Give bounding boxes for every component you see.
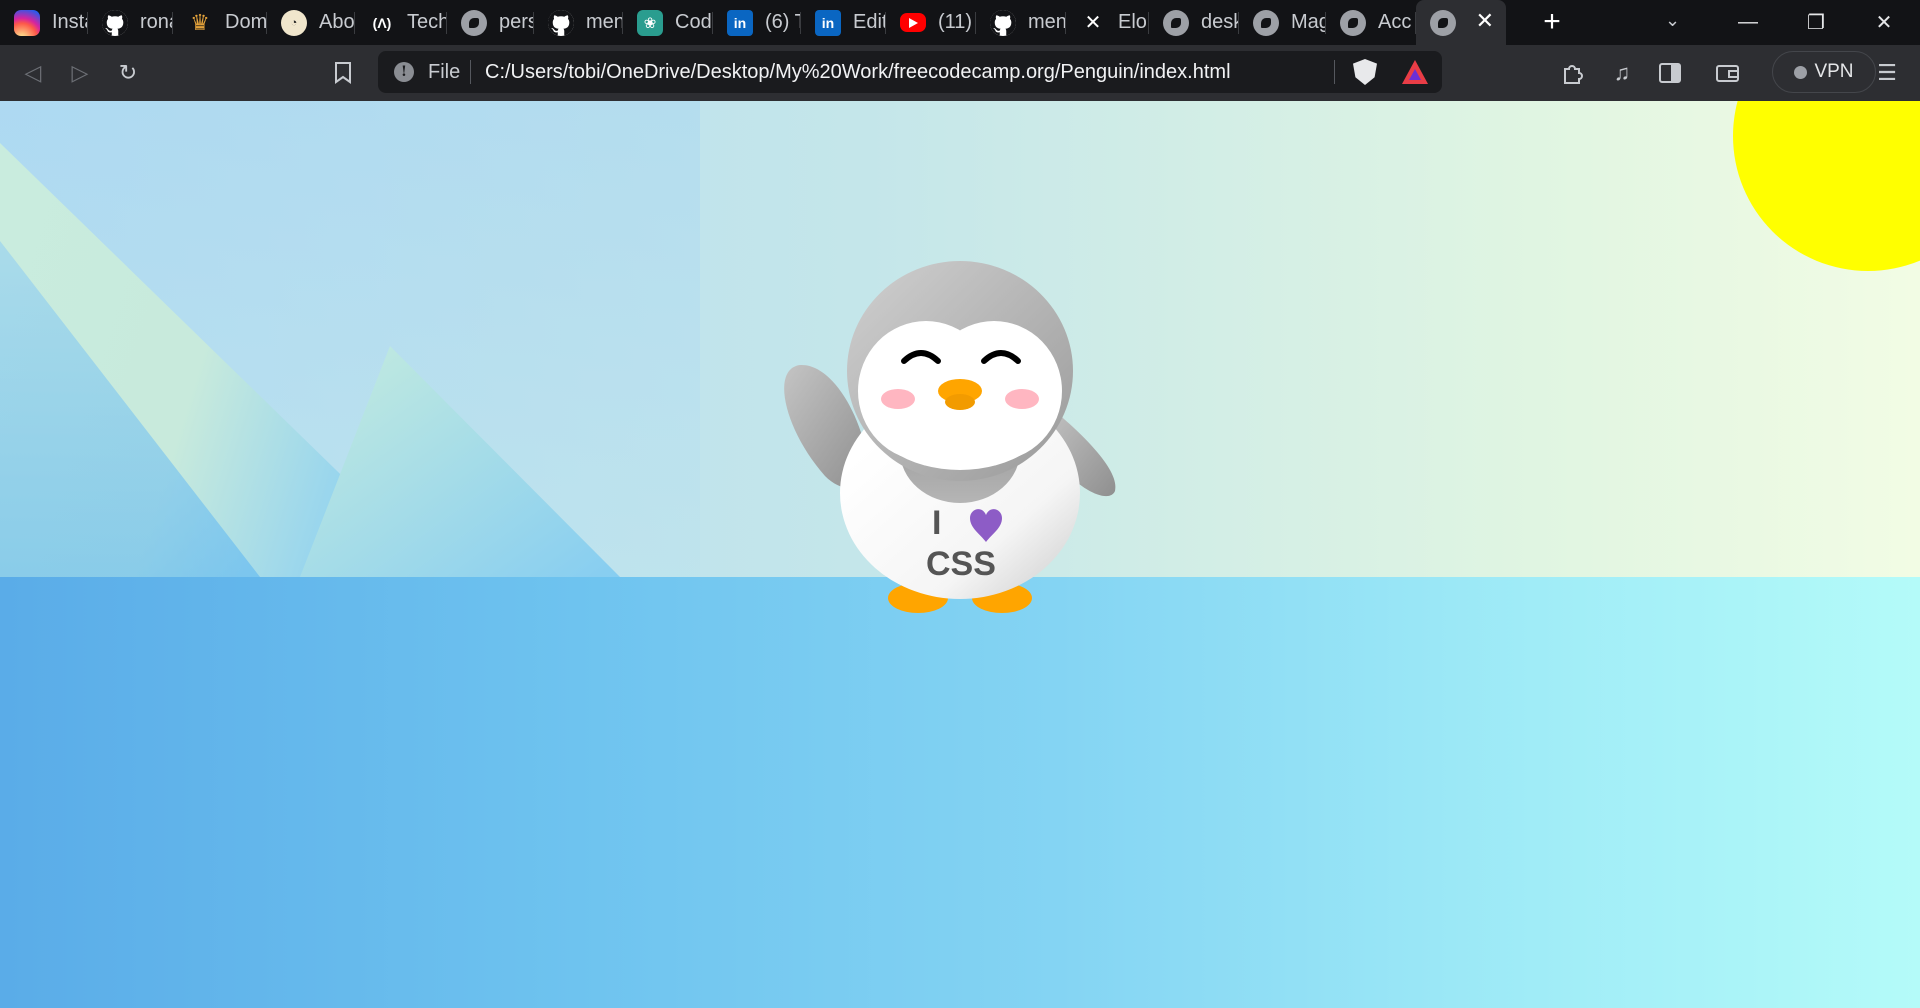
tab-label: Tech bbox=[407, 11, 447, 33]
new-tab-button[interactable]: + bbox=[1535, 6, 1569, 40]
vpn-status-icon bbox=[1794, 65, 1808, 79]
address-bar[interactable]: ! File C:/Users/tobi/OneDrive/Desktop/My… bbox=[378, 51, 1442, 93]
tab-label: Dom bbox=[225, 11, 267, 33]
tab-label: Edit bbox=[853, 11, 886, 33]
right-cheek bbox=[1005, 389, 1039, 409]
tab[interactable]: ✕ Elon bbox=[1066, 0, 1149, 45]
minimize-icon[interactable]: — bbox=[1720, 0, 1776, 45]
tab[interactable]: Acc bbox=[1326, 0, 1416, 45]
page-viewport: I CSS bbox=[0, 101, 1920, 1008]
crown-icon: ♛ bbox=[190, 9, 210, 35]
wallet-icon[interactable] bbox=[1712, 57, 1744, 89]
globe-icon bbox=[1253, 9, 1279, 36]
tab[interactable]: ✕ bbox=[1416, 0, 1506, 45]
tab[interactable]: men bbox=[976, 0, 1066, 45]
tab-label: Elon bbox=[1118, 11, 1149, 33]
x-icon: ✕ bbox=[1084, 12, 1102, 34]
tab-label: (6) T bbox=[765, 11, 801, 33]
globe-icon bbox=[461, 9, 487, 36]
restore-icon[interactable]: ❐ bbox=[1788, 0, 1844, 45]
github-icon bbox=[548, 9, 574, 36]
tab-label: (11) bbox=[938, 11, 973, 33]
tab[interactable]: ❀ Cod bbox=[623, 0, 713, 45]
tab-label: desk bbox=[1201, 11, 1239, 33]
tab-label: Abo bbox=[319, 11, 355, 33]
tab[interactable]: Mag bbox=[1239, 0, 1326, 45]
left-cheek bbox=[881, 389, 915, 409]
beak-bottom bbox=[945, 394, 975, 410]
penguin: I CSS bbox=[784, 261, 1116, 613]
tab[interactable]: ♛ Dom bbox=[173, 0, 267, 45]
forward-icon[interactable]: ▷ bbox=[64, 57, 96, 89]
brave-shields-icon[interactable] bbox=[1353, 59, 1377, 85]
reload-icon[interactable]: ↻ bbox=[112, 57, 144, 89]
sidebar-icon[interactable] bbox=[1654, 57, 1686, 89]
tab[interactable]: pers bbox=[447, 0, 534, 45]
about-icon: ◔ bbox=[281, 9, 307, 36]
url-scheme: File bbox=[428, 61, 461, 83]
tab-close-icon[interactable]: ✕ bbox=[1476, 8, 1494, 34]
tab-label: Mag bbox=[1291, 11, 1326, 33]
divider bbox=[470, 60, 471, 84]
toolbar: ◁ ▷ ↻ ! File C:/Users/tobi/OneDrive/Desk… bbox=[0, 45, 1920, 101]
brave-rewards-icon[interactable] bbox=[1402, 60, 1428, 84]
tab[interactable]: rona bbox=[88, 0, 173, 45]
github-icon bbox=[102, 9, 128, 36]
instagram-icon bbox=[14, 9, 40, 36]
url-text[interactable]: C:/Users/tobi/OneDrive/Desktop/My%20Work… bbox=[485, 61, 1231, 84]
tab-label: Cod bbox=[675, 11, 712, 33]
extensions-icon[interactable] bbox=[1557, 57, 1589, 89]
menu-icon[interactable]: ☰ bbox=[1871, 57, 1903, 89]
shirt-line2: CSS bbox=[926, 545, 996, 583]
tab[interactable]: (11) bbox=[886, 0, 976, 45]
openai-icon: ❀ bbox=[637, 9, 663, 36]
bookmark-icon[interactable] bbox=[327, 57, 359, 89]
tab-label: Acc bbox=[1378, 11, 1412, 33]
tab-label: men bbox=[1028, 11, 1066, 33]
divider bbox=[1334, 60, 1335, 84]
vpn-button[interactable]: VPN bbox=[1772, 51, 1876, 93]
tab[interactable]: in (6) T bbox=[713, 0, 801, 45]
tab-label: rona bbox=[140, 11, 173, 33]
tab[interactable]: in Edit bbox=[801, 0, 886, 45]
tab[interactable]: (Λ) Tech bbox=[355, 0, 447, 45]
media-icon[interactable]: ♫ bbox=[1606, 57, 1638, 89]
shirt-line1: I bbox=[932, 504, 941, 542]
vpn-label: VPN bbox=[1814, 61, 1854, 82]
github-icon bbox=[990, 9, 1016, 36]
tab-list-chevron-icon[interactable]: ⌄ bbox=[1665, 10, 1680, 31]
globe-icon bbox=[1340, 9, 1366, 36]
tab[interactable]: ◔ Abo bbox=[267, 0, 355, 45]
tab-label: Insta bbox=[52, 11, 88, 33]
back-icon[interactable]: ◁ bbox=[17, 57, 49, 89]
tab-strip: Instarona♛Dom◔Abo(Λ)Techpersmen❀Codin(6)… bbox=[0, 0, 1920, 45]
linkedin-icon: in bbox=[727, 9, 753, 36]
tab[interactable]: men bbox=[534, 0, 623, 45]
window-close-icon[interactable]: ✕ bbox=[1856, 0, 1912, 45]
tab[interactable]: desk bbox=[1149, 0, 1239, 45]
site-info-icon[interactable]: ! bbox=[394, 62, 414, 82]
tab[interactable]: Insta bbox=[0, 0, 88, 45]
youtube-icon bbox=[900, 13, 926, 32]
globe-icon bbox=[1430, 9, 1456, 36]
tab-label: pers bbox=[499, 11, 534, 33]
tab-label: men bbox=[586, 11, 623, 33]
linkedin-icon: in bbox=[815, 9, 841, 36]
globe-icon bbox=[1163, 9, 1189, 36]
tech-icon: (Λ) bbox=[372, 14, 392, 31]
